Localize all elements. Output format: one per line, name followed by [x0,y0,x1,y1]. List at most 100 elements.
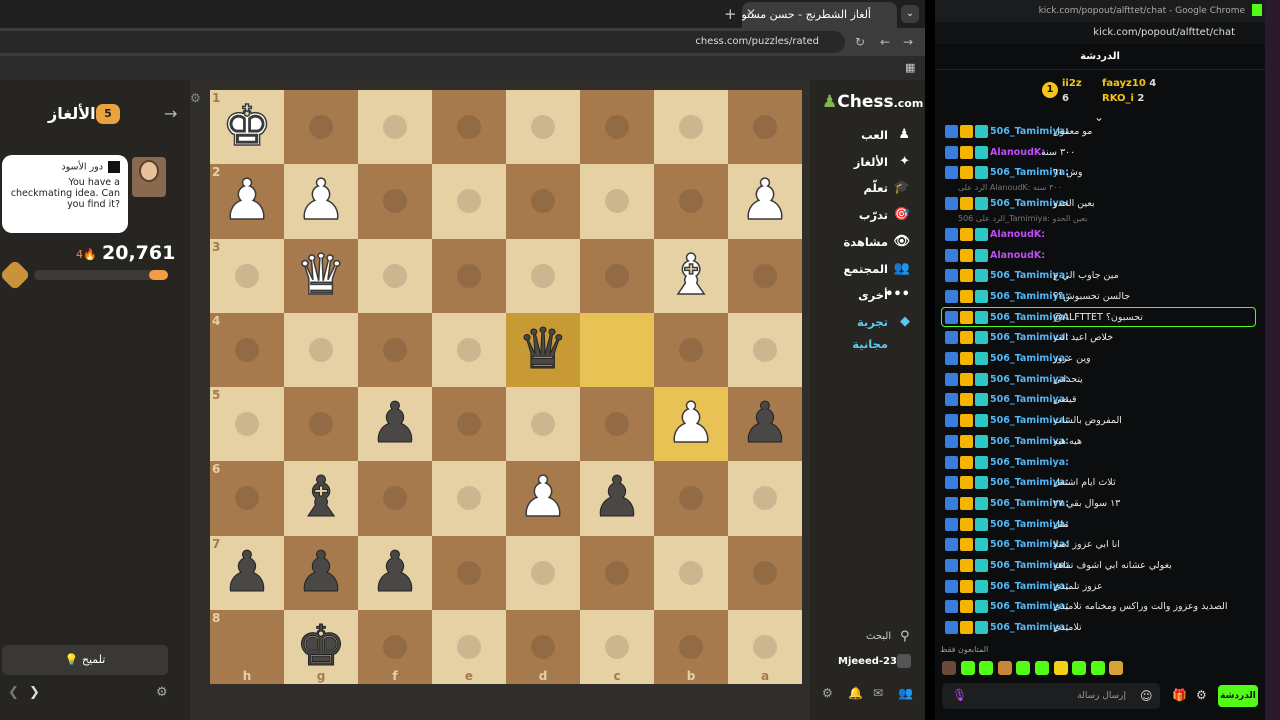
square-e8[interactable]: e [432,609,506,684]
square-c6[interactable]: ♟ [580,461,654,536]
move-hint-dot[interactable] [753,115,777,139]
new-tab-button[interactable]: + [724,5,737,23]
search-label[interactable]: البحث [866,631,891,642]
emote-icon[interactable] [1053,661,1068,675]
white-pawn-icon[interactable]: ♟ [210,164,284,238]
square-f5[interactable]: ♟ [358,387,432,462]
move-hint-dot[interactable] [753,634,777,659]
square-g6[interactable]: ♝ [284,461,358,536]
emote-icon[interactable] [1109,661,1124,675]
white-king-icon[interactable]: ♚ [210,90,284,164]
square-a1[interactable] [728,90,802,165]
address-bar[interactable]: chess.com/puzzles/rated [0,31,845,53]
square-b8[interactable]: b [654,609,728,684]
square-e3[interactable] [432,238,506,313]
move-hint-dot[interactable] [679,337,703,362]
square-b1[interactable] [654,90,728,165]
square-d3[interactable] [506,238,580,313]
white-pawn-icon[interactable]: ♟ [728,164,802,238]
chat-settings-icon[interactable]: ⚙ [1196,688,1207,702]
square-e6[interactable] [432,461,506,536]
square-a5[interactable]: ♟ [728,387,802,462]
square-a8[interactable]: a [728,609,802,684]
square-f4[interactable] [358,312,432,387]
username[interactable]: Mjeeed-230 [838,656,904,667]
move-hint-dot[interactable] [605,412,629,436]
emote-icon[interactable] [1090,661,1105,675]
move-hint-dot[interactable] [679,486,703,511]
black-bishop-icon[interactable]: ♝ [284,461,358,535]
square-a2[interactable]: ♟ [728,164,802,239]
collapse-arrow-icon[interactable]: → [164,104,177,123]
move-hint-dot[interactable] [383,189,407,214]
black-king-icon[interactable]: ♚ [284,610,358,684]
black-pawn-icon[interactable]: ♟ [284,536,358,610]
square-d8[interactable]: d [506,609,580,684]
square-b5[interactable]: ♟ [654,387,728,462]
square-g8[interactable]: g ♚ [284,609,358,684]
move-hint-dot[interactable] [309,337,333,362]
square-e1[interactable] [432,90,506,165]
browser-tab[interactable]: ألغاز الشطرنج - حسن مستواك في [742,2,897,28]
chat-username[interactable]: AlanoudK: [990,225,1045,244]
square-f8[interactable]: f [358,609,432,684]
move-hint-dot[interactable] [235,337,259,362]
square-c1[interactable] [580,90,654,165]
emote-icon[interactable] [1072,661,1087,675]
friends-icon[interactable]: 👥 [898,686,913,700]
square-f7[interactable]: ♟ [358,535,432,610]
bell-icon[interactable]: 🔔 [848,686,863,700]
square-a6[interactable] [728,461,802,536]
move-hint-dot[interactable] [531,634,555,659]
settings-gear-icon[interactable]: ⚙ [156,685,168,700]
black-pawn-icon[interactable]: ♟ [358,536,432,610]
square-f2[interactable] [358,164,432,239]
square-g7[interactable]: ♟ [284,535,358,610]
square-d4[interactable]: ♛ [506,312,580,387]
chat-username[interactable]: 506_Tamimiya: [990,453,1069,472]
square-d7[interactable] [506,535,580,610]
next-puzzle-icon[interactable]: ❯ [29,685,40,700]
black-pawn-icon[interactable]: ♟ [358,387,432,461]
nav-item-diamond[interactable]: تجربة مجانية ◆ [830,311,912,351]
move-hint-dot[interactable] [605,263,629,288]
move-hint-dot[interactable] [383,337,407,362]
square-h4[interactable]: 4 [210,312,284,387]
tab-search-button[interactable]: ⌄ [901,5,919,23]
square-c7[interactable] [580,535,654,610]
move-hint-dot[interactable] [457,263,481,288]
nav-item-play[interactable]: العب ♟ [830,124,912,146]
move-hint-dot[interactable] [383,115,407,139]
square-h1[interactable]: 1 ♚ [210,90,284,165]
emote-icon[interactable] [942,661,956,675]
search-icon[interactable]: ⚲ [900,629,910,644]
user-avatar[interactable] [897,654,911,668]
back-icon[interactable]: ← [880,35,890,49]
emote-icon[interactable] [1035,661,1049,675]
white-pawn-icon[interactable]: ♟ [654,387,728,461]
reload-icon[interactable]: ↻ [855,35,865,49]
square-f1[interactable] [358,90,432,165]
black-queen-icon[interactable]: ♛ [506,313,580,387]
move-hint-dot[interactable] [457,634,481,659]
square-h6[interactable]: 6 [210,461,284,536]
nav-item-watch[interactable]: مشاهدة 👁 [830,231,912,253]
square-h3[interactable]: 3 [210,238,284,313]
chat-url-bar[interactable]: kick.com/popout/alfttet/chat [935,22,1265,44]
square-c4[interactable] [580,312,654,387]
hint-button[interactable]: 💡 تلميح [2,645,168,675]
nav-item-train[interactable]: تدرّب 🎯 [830,204,912,226]
square-d2[interactable] [506,164,580,239]
emote-icon[interactable] [979,661,994,675]
move-hint-dot[interactable] [235,486,259,511]
move-hint-dot[interactable] [235,412,259,436]
move-hint-dot[interactable] [309,115,333,139]
square-c8[interactable]: c [580,609,654,684]
square-e2[interactable] [432,164,506,239]
apps-grid-icon[interactable]: ▦ [905,61,915,74]
move-hint-dot[interactable] [531,263,555,288]
square-c3[interactable] [580,238,654,313]
move-hint-dot[interactable] [383,263,407,288]
black-pawn-icon[interactable]: ♟ [728,387,802,461]
chat-username[interactable]: AlanoudK: [990,246,1045,265]
